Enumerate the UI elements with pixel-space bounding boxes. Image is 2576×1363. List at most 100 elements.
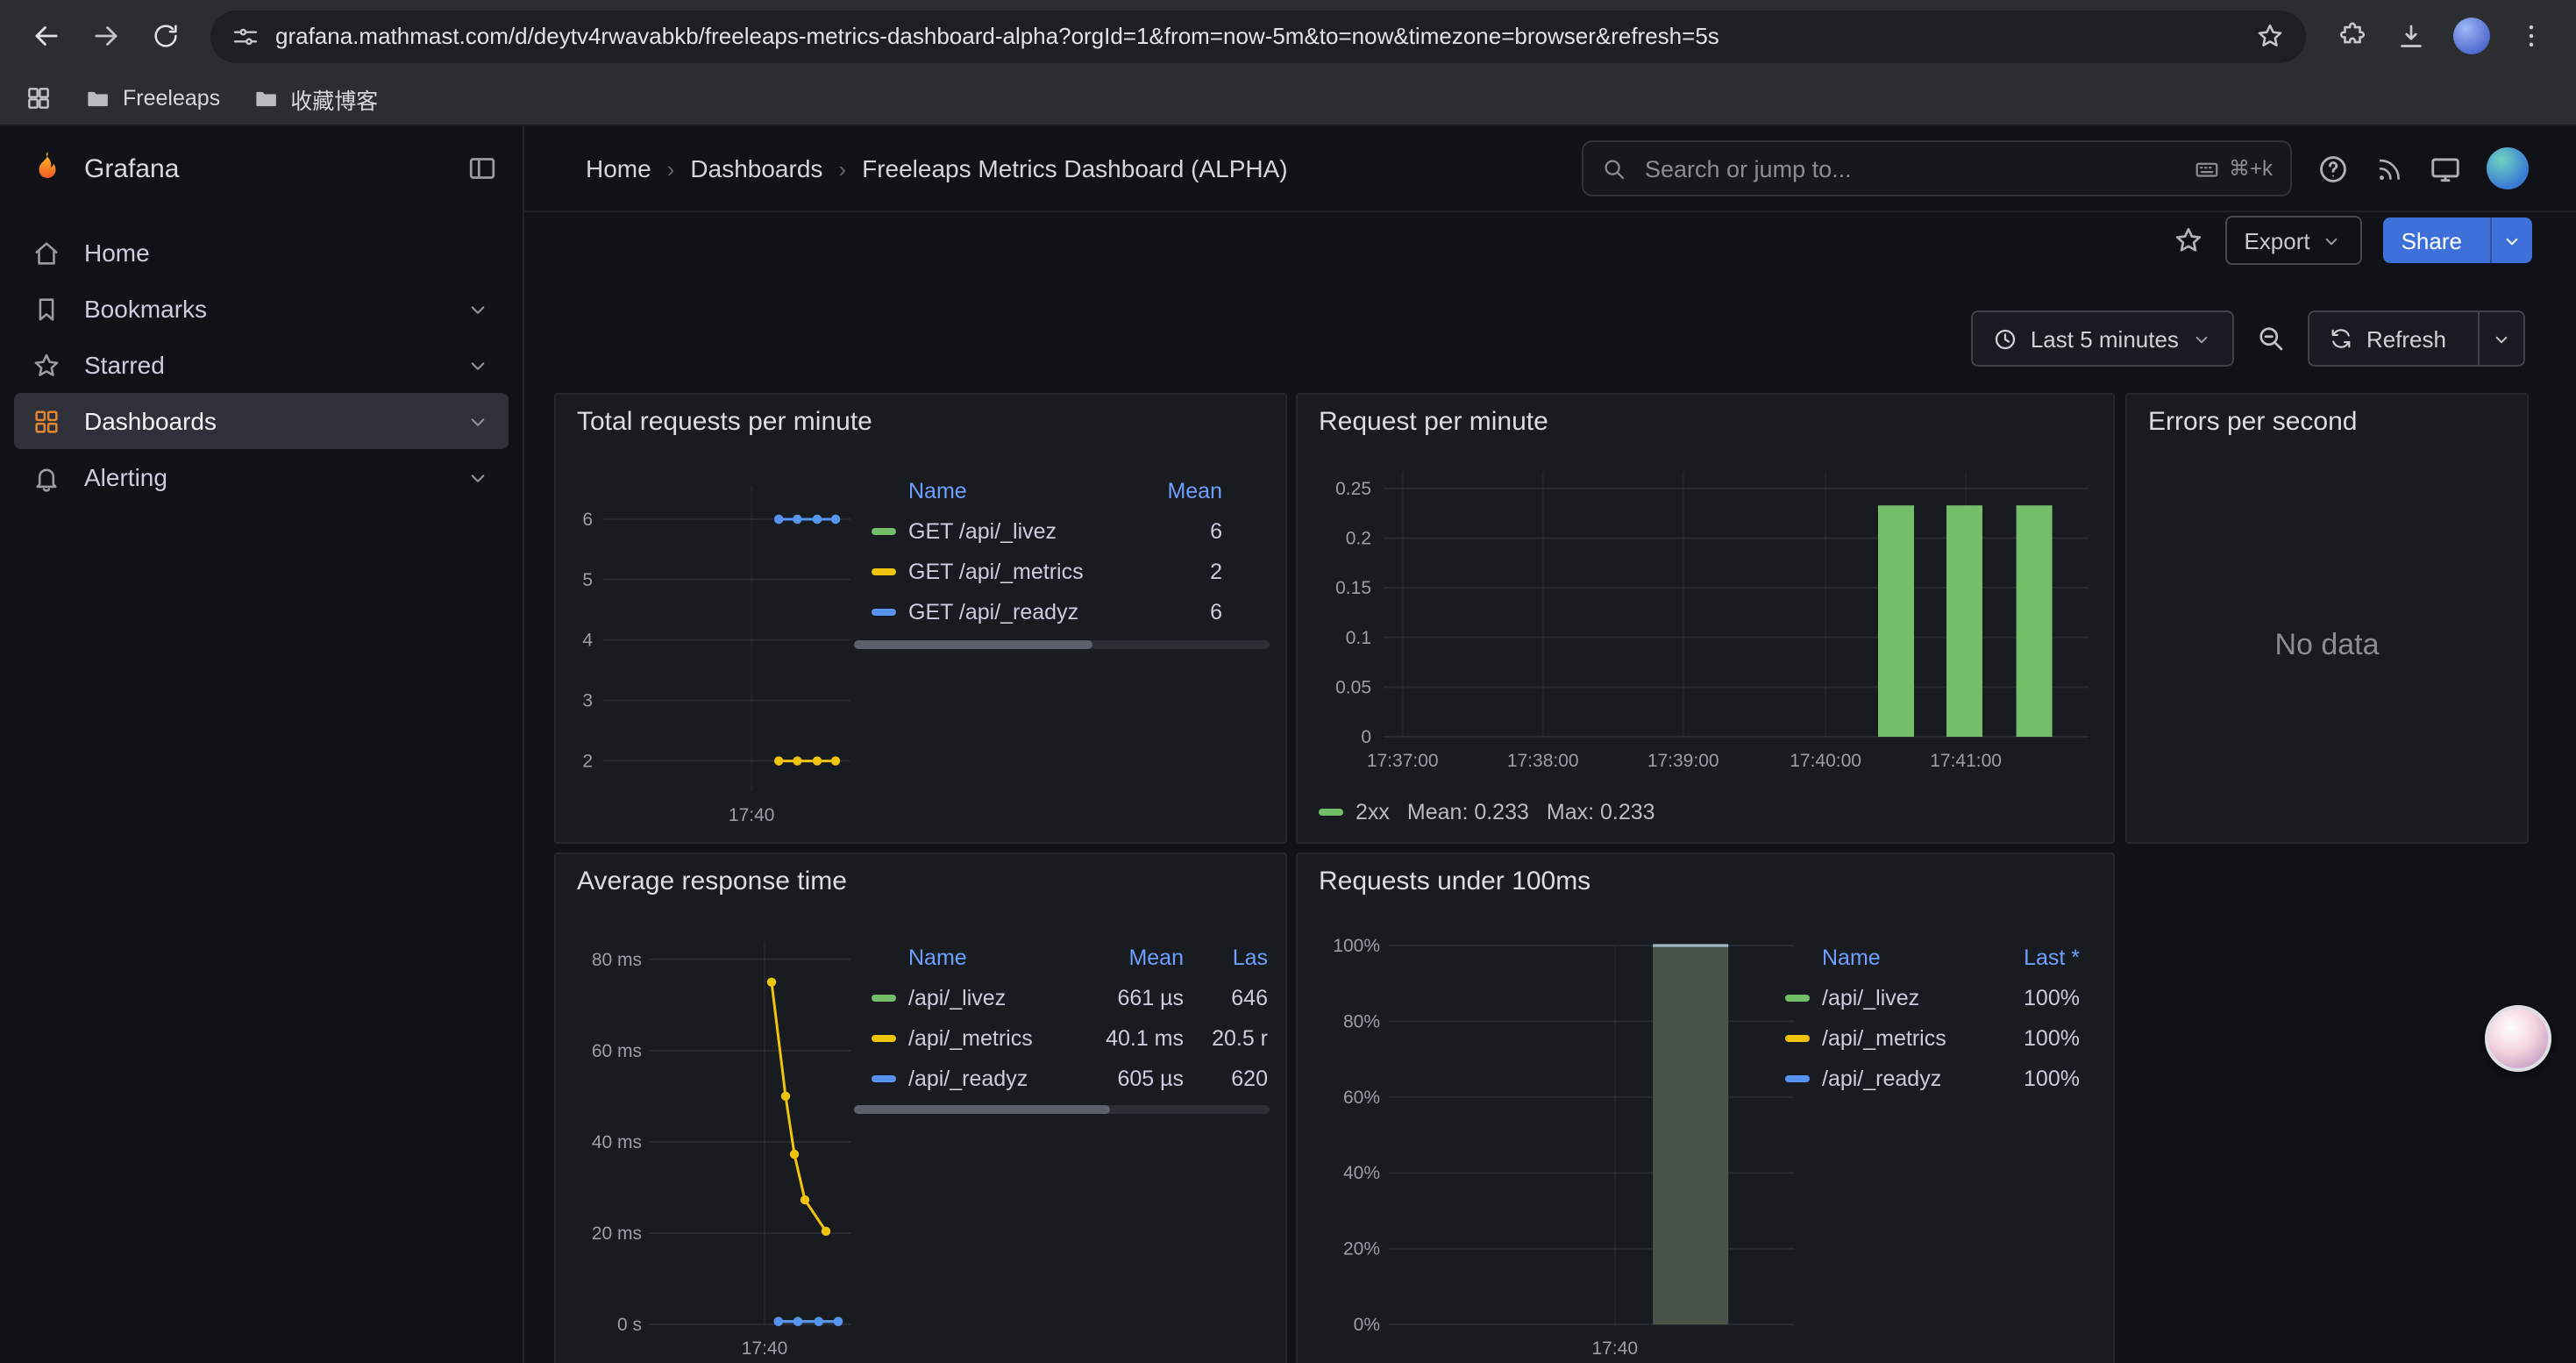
legend-series[interactable]: GET /api/_readyz <box>872 599 1138 624</box>
search-input[interactable] <box>1641 153 2180 183</box>
legend-series[interactable]: /api/_livez <box>872 985 1082 1010</box>
requests-under-100ms-chart[interactable]: 100%80%60%40%20%0%17:40 <box>1298 854 2113 1363</box>
legend-series[interactable]: /api/_metrics <box>1785 1025 1989 1050</box>
scrollbar-thumb[interactable] <box>854 640 1092 649</box>
breadcrumb-item[interactable]: Dashboards <box>690 154 822 182</box>
sidebar-item-bookmarks[interactable]: Bookmarks <box>14 281 509 337</box>
profile-button[interactable] <box>2443 8 2499 64</box>
folder-svg <box>84 85 110 111</box>
breadcrumb-item[interactable]: Home <box>586 154 651 182</box>
scrollbar-thumb[interactable] <box>854 1105 1110 1114</box>
main-area: Home›Dashboards›Freeleaps Metrics Dashbo… <box>524 126 2576 1363</box>
legend-series[interactable]: /api/_livez <box>1785 985 1989 1010</box>
user-avatar[interactable] <box>2487 147 2529 189</box>
browser-toolbar: grafana.mathmast.com/d/deytv4rwavabkb/fr… <box>0 0 2576 72</box>
sidebar-item-starred[interactable]: Starred <box>14 337 509 393</box>
downloads-button[interactable] <box>2383 8 2439 64</box>
share-main[interactable]: Share <box>2384 218 2480 263</box>
chevron-down-icon[interactable] <box>465 296 491 322</box>
search-shortcut: ⌘+k <box>2194 155 2273 182</box>
legend-series[interactable]: /api/_metrics <box>872 1025 1082 1050</box>
refresh-main[interactable]: Refresh <box>2310 312 2466 365</box>
legend-column-header[interactable]: Mean <box>1138 479 1222 503</box>
chevron-down-icon[interactable] <box>465 408 491 434</box>
monitor-svg <box>2429 152 2462 185</box>
favorite-star-icon[interactable] <box>2172 225 2203 256</box>
legend-row: /api/_livez661 µs646 <box>872 977 1268 1017</box>
reload-button[interactable] <box>137 8 193 64</box>
legend-series[interactable]: GET /api/_livez <box>872 518 1138 543</box>
legend-value: 20.5 r <box>1184 1025 1268 1050</box>
requests_under_100ms-plot[interactable]: 100%80%60%40%20%0%17:40 <box>1298 854 2113 1363</box>
legend-column-header[interactable]: Mean <box>1082 946 1184 970</box>
search-box[interactable]: ⌘+k <box>1582 140 2292 196</box>
legend-item[interactable]: 2xx <box>1319 800 1390 824</box>
series-color-dash <box>872 1034 896 1041</box>
share-button[interactable]: Share <box>2384 218 2532 263</box>
svg-text:17:39:00: 17:39:00 <box>1647 751 1719 771</box>
menu-button[interactable] <box>2502 8 2558 64</box>
help-icon[interactable] <box>2316 152 2350 185</box>
legend-header: NameMean <box>872 472 1222 510</box>
time-range-picker[interactable]: Last 5 minutes <box>1971 310 2235 367</box>
bookmark-star-icon[interactable] <box>2255 21 2285 51</box>
legend-column-header[interactable]: Name <box>872 946 1082 970</box>
svg-text:6: 6 <box>582 510 593 530</box>
extensions-button[interactable] <box>2323 8 2380 64</box>
request-per-minute-chart[interactable]: 0.250.20.150.10.05017:37:0017:38:0017:39… <box>1298 395 2113 842</box>
legend-scrollbar[interactable] <box>854 1105 1270 1114</box>
panel-title[interactable]: Errors per second <box>2127 395 2527 447</box>
legend-column-header[interactable]: Name <box>872 479 1138 503</box>
chevDown-svg <box>2191 327 2214 350</box>
legend-row: GET /api/_livez6 <box>872 510 1222 551</box>
forward-button[interactable] <box>77 8 133 64</box>
address-bar[interactable]: grafana.mathmast.com/d/deytv4rwavabkb/fr… <box>210 10 2306 62</box>
legend-scrollbar[interactable] <box>854 640 1270 649</box>
series-color-dash <box>1785 1074 1810 1081</box>
zoomOut-svg <box>2256 323 2288 354</box>
requests_per_minute-plot[interactable]: 0.250.20.150.10.05017:37:0017:38:0017:39… <box>1298 395 2113 842</box>
legend-series[interactable]: GET /api/_metrics <box>872 559 1138 583</box>
panelLeft-svg <box>466 153 498 184</box>
sidebar-item-dashboards[interactable]: Dashboards <box>14 393 509 449</box>
share-menu-toggle[interactable] <box>2490 218 2532 263</box>
legend-column-header[interactable]: Name <box>1785 946 1989 970</box>
zoom-out-button[interactable] <box>2249 312 2295 365</box>
chevron-down-icon <box>2501 229 2523 252</box>
time-range-label: Last 5 minutes <box>2031 325 2179 352</box>
legend-value: 2 <box>1138 559 1222 583</box>
url-text[interactable]: grafana.mathmast.com/d/deytv4rwavabkb/fr… <box>275 23 2239 49</box>
refresh-button[interactable]: Refresh <box>2309 310 2525 367</box>
legend-value: 605 µs <box>1082 1066 1184 1090</box>
svg-text:0%: 0% <box>1354 1315 1380 1335</box>
home-svg <box>32 238 61 268</box>
folder-icon <box>84 85 110 111</box>
chevron-down-icon[interactable] <box>465 352 491 378</box>
back-button[interactable] <box>18 8 74 64</box>
kiosk-mode-icon[interactable] <box>2429 152 2462 185</box>
svg-text:0.15: 0.15 <box>1335 578 1371 598</box>
refresh-interval-toggle[interactable] <box>2478 312 2523 365</box>
collapse-sidebar-icon[interactable] <box>466 153 498 184</box>
bookmark-item[interactable]: 收藏博客 <box>252 82 378 115</box>
legend-column-header[interactable]: Last * <box>1989 946 2080 970</box>
legend-column-header[interactable]: Las <box>1184 946 1268 970</box>
top-nav: Home›Dashboards›Freeleaps Metrics Dashbo… <box>524 126 2576 212</box>
apps-grid-icon[interactable] <box>25 84 53 112</box>
star-icon <box>32 350 61 380</box>
legend-series[interactable]: /api/_readyz <box>1785 1066 1989 1090</box>
sidebar-item-alerting[interactable]: Alerting <box>14 449 509 505</box>
news-icon[interactable] <box>2374 153 2404 183</box>
chevron-down-icon[interactable] <box>465 464 491 490</box>
bookmark-item[interactable]: Freeleaps <box>84 82 220 115</box>
site-settings-icon[interactable] <box>231 22 260 50</box>
export-button[interactable]: Export <box>2224 216 2362 265</box>
svg-text:0.2: 0.2 <box>1346 529 1371 549</box>
chevron-down-icon <box>2490 327 2513 350</box>
svg-text:60%: 60% <box>1343 1088 1380 1108</box>
bookmark-label: 收藏博客 <box>290 82 378 115</box>
assistant-avatar[interactable] <box>2485 1005 2551 1072</box>
legend-series[interactable]: /api/_readyz <box>872 1066 1082 1090</box>
series-color-dash <box>1785 994 1810 1001</box>
sidebar-item-home[interactable]: Home <box>14 225 509 281</box>
